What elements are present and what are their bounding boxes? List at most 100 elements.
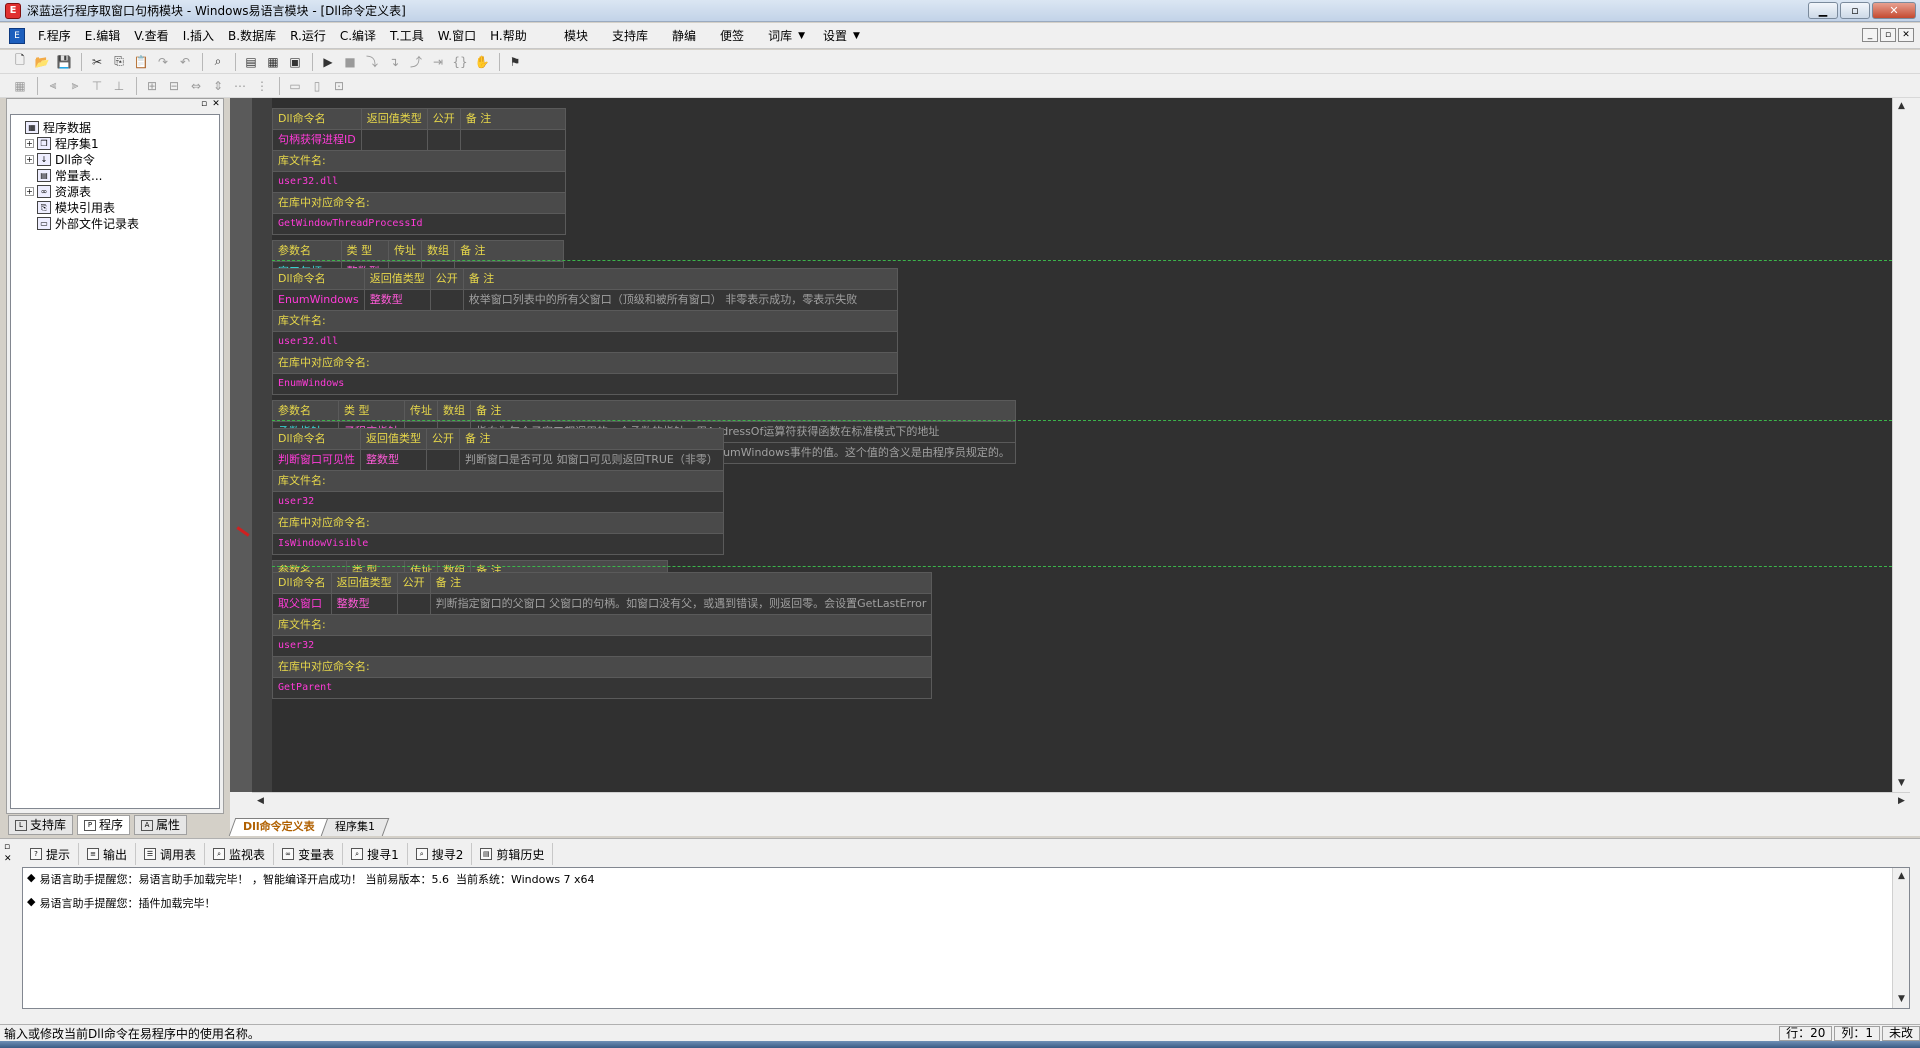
- tab-support-lib[interactable]: L 支持库: [8, 815, 74, 835]
- note-cell[interactable]: 判断窗口是否可见 如窗口可见则返回TRUE（非零）: [459, 449, 724, 471]
- align-right-icon[interactable]: ⫸: [65, 76, 85, 96]
- editor-vertical-scrollbar[interactable]: ▲ ▼: [1892, 98, 1910, 792]
- editor-gutter[interactable]: [230, 98, 252, 792]
- dll-command-row[interactable]: 取父窗口 整数型 判断指定窗口的父窗口 父窗口的句柄。如窗口没有父，或遇到错误，则返…: [272, 593, 933, 615]
- grid-icon[interactable]: ▦: [10, 76, 30, 96]
- menu-notes[interactable]: 便签: [708, 23, 756, 49]
- step-over-icon[interactable]: ↴: [384, 52, 404, 72]
- send-back-icon[interactable]: ▯: [307, 76, 327, 96]
- align-left-icon[interactable]: ⫷: [43, 76, 63, 96]
- dll-command-row[interactable]: 判断窗口可见性 整数型 判断窗口是否可见 如窗口可见则返回TRUE（非零）: [272, 449, 724, 471]
- lib-value-row[interactable]: user32: [272, 491, 724, 513]
- menu-window[interactable]: W.窗口: [431, 23, 483, 49]
- public-cell[interactable]: [429, 289, 464, 311]
- menu-help[interactable]: H.帮助: [483, 23, 534, 49]
- tree-item[interactable]: ▤ 常量表...: [13, 167, 217, 183]
- tab-dll-table[interactable]: Dll命令定义表: [228, 818, 329, 836]
- output-pin-icon[interactable]: ▫: [4, 841, 16, 853]
- scroll-left-icon[interactable]: ◀: [252, 793, 269, 810]
- public-cell[interactable]: [426, 129, 461, 151]
- alias-value-cell[interactable]: GetWindowThreadProcessId: [272, 213, 566, 235]
- tab-program-set-1[interactable]: 程序集1: [320, 818, 389, 836]
- tree-expand-icon[interactable]: +: [25, 138, 34, 148]
- dll-definition-editor[interactable]: Dll命令名 返回值类型 公开备 注句柄获得进程ID 库文件名: user32.dll 在…: [272, 98, 1892, 792]
- lib-value-row[interactable]: user32.dll: [272, 331, 898, 353]
- tree-item[interactable]: + ↓ Dll命令: [13, 151, 217, 167]
- lib-value-cell[interactable]: user32.dll: [272, 171, 566, 193]
- lib-value-cell[interactable]: user32: [272, 491, 724, 513]
- tab-output[interactable]: ≡ 输出: [79, 843, 137, 865]
- scroll-down-icon[interactable]: ▼: [1893, 775, 1910, 792]
- return-type-cell[interactable]: 整数型: [363, 289, 431, 311]
- dll-name-cell[interactable]: 取父窗口: [272, 593, 332, 615]
- public-cell[interactable]: [396, 593, 431, 615]
- menu-static-compile[interactable]: 静编: [660, 23, 708, 49]
- menu-insert[interactable]: I.插入: [176, 23, 221, 49]
- output-text-area[interactable]: ◆ 易语言助手提醒您：易语言助手加载完毕！ ，智能编译开启成功！ 当前易版本：5…: [22, 867, 1910, 1009]
- scroll-up-icon[interactable]: ▲: [1893, 98, 1910, 115]
- menu-view[interactable]: V.查看: [127, 23, 175, 49]
- menu-database[interactable]: B.数据库: [221, 23, 283, 49]
- menu-module[interactable]: 模块: [552, 23, 600, 49]
- tab-search-2[interactable]: ⌕ 搜寻2: [408, 843, 473, 865]
- return-type-cell[interactable]: [360, 129, 428, 151]
- menu-tools[interactable]: T.工具: [383, 23, 431, 49]
- menu-edit[interactable]: E.编辑: [78, 23, 127, 49]
- tab-order-icon[interactable]: ⊡: [329, 76, 349, 96]
- tree-item[interactable]: ▭ 外部文件记录表: [13, 215, 217, 231]
- stop-icon[interactable]: ■: [340, 52, 360, 72]
- redo-icon[interactable]: ↷: [153, 52, 173, 72]
- step-out-icon[interactable]: ⤴: [406, 52, 426, 72]
- tab-properties[interactable]: A 属性: [134, 815, 188, 835]
- layout-full-icon[interactable]: ▣: [285, 52, 305, 72]
- tree-item[interactable]: ⎘ 模块引用表: [13, 199, 217, 215]
- tree-item[interactable]: ▦ 程序数据: [13, 119, 217, 135]
- output-scroll-up-icon[interactable]: ▲: [1893, 868, 1910, 885]
- note-cell[interactable]: [459, 129, 567, 151]
- center-vertical-icon[interactable]: ⊟: [164, 76, 184, 96]
- dll-name-cell[interactable]: EnumWindows: [272, 289, 365, 311]
- note-cell[interactable]: 枚举窗口列表中的所有父窗口（顶级和被所有窗口） 非零表示成功，零表示失败: [462, 289, 899, 311]
- tab-search-1[interactable]: ⌕ 搜寻1: [343, 843, 408, 865]
- dll-name-cell[interactable]: 判断窗口可见性: [272, 449, 361, 471]
- mdi-close-button[interactable]: ✕: [1898, 28, 1914, 42]
- lib-value-cell[interactable]: user32.dll: [272, 331, 898, 353]
- close-button[interactable]: ✕: [1872, 2, 1916, 19]
- layout-left-icon[interactable]: ▤: [241, 52, 261, 72]
- bring-front-icon[interactable]: ▭: [285, 76, 305, 96]
- paste-icon[interactable]: 📋: [131, 52, 151, 72]
- public-cell[interactable]: [426, 449, 460, 471]
- panel-pin-icon[interactable]: ▫: [199, 100, 209, 110]
- maximize-button[interactable]: ▫: [1840, 2, 1870, 19]
- alias-value-cell[interactable]: GetParent: [272, 677, 933, 699]
- save-icon[interactable]: 💾: [54, 52, 74, 72]
- center-horizontal-icon[interactable]: ⊞: [142, 76, 162, 96]
- find-icon[interactable]: ⌕: [208, 52, 228, 72]
- dll-command-row[interactable]: 句柄获得进程ID: [272, 129, 567, 151]
- hand-icon[interactable]: ✋: [472, 52, 492, 72]
- thesaurus-dropdown-icon[interactable]: ▼: [798, 31, 805, 41]
- space-vertical-icon[interactable]: ⋮: [252, 76, 272, 96]
- step-into-icon[interactable]: ⤵: [362, 52, 382, 72]
- scroll-right-icon[interactable]: ▶: [1893, 793, 1910, 810]
- bookmark-marker[interactable]: [236, 526, 250, 537]
- menu-thesaurus[interactable]: 词库: [756, 23, 804, 49]
- menu-program[interactable]: F.程序: [31, 23, 78, 49]
- lib-value-row[interactable]: user32.dll: [272, 171, 566, 193]
- settings-dropdown-icon[interactable]: ▼: [853, 31, 860, 41]
- tab-watch[interactable]: ⌕ 监视表: [205, 843, 275, 865]
- align-top-icon[interactable]: ⊤: [87, 76, 107, 96]
- dll-command-row[interactable]: EnumWindows 整数型 枚举窗口列表中的所有父窗口（顶级和被所有窗口） 非零…: [272, 289, 899, 311]
- tab-call-stack[interactable]: ☰ 调用表: [136, 843, 206, 865]
- open-folder-icon[interactable]: 📂: [32, 52, 52, 72]
- align-bottom-icon[interactable]: ⊥: [109, 76, 129, 96]
- new-file-icon[interactable]: 🗋: [10, 52, 30, 72]
- run-to-cursor-icon[interactable]: ⇥: [428, 52, 448, 72]
- mdi-minimize-button[interactable]: _: [1862, 28, 1878, 42]
- dll-name-cell[interactable]: 句柄获得进程ID: [272, 129, 362, 151]
- tab-hint[interactable]: ? 提示: [22, 843, 80, 865]
- breakpoint-icon[interactable]: {}: [450, 52, 470, 72]
- layout-top-icon[interactable]: ▦: [263, 52, 283, 72]
- return-type-cell[interactable]: 整数型: [360, 449, 427, 471]
- tree-expand-icon[interactable]: +: [25, 154, 34, 164]
